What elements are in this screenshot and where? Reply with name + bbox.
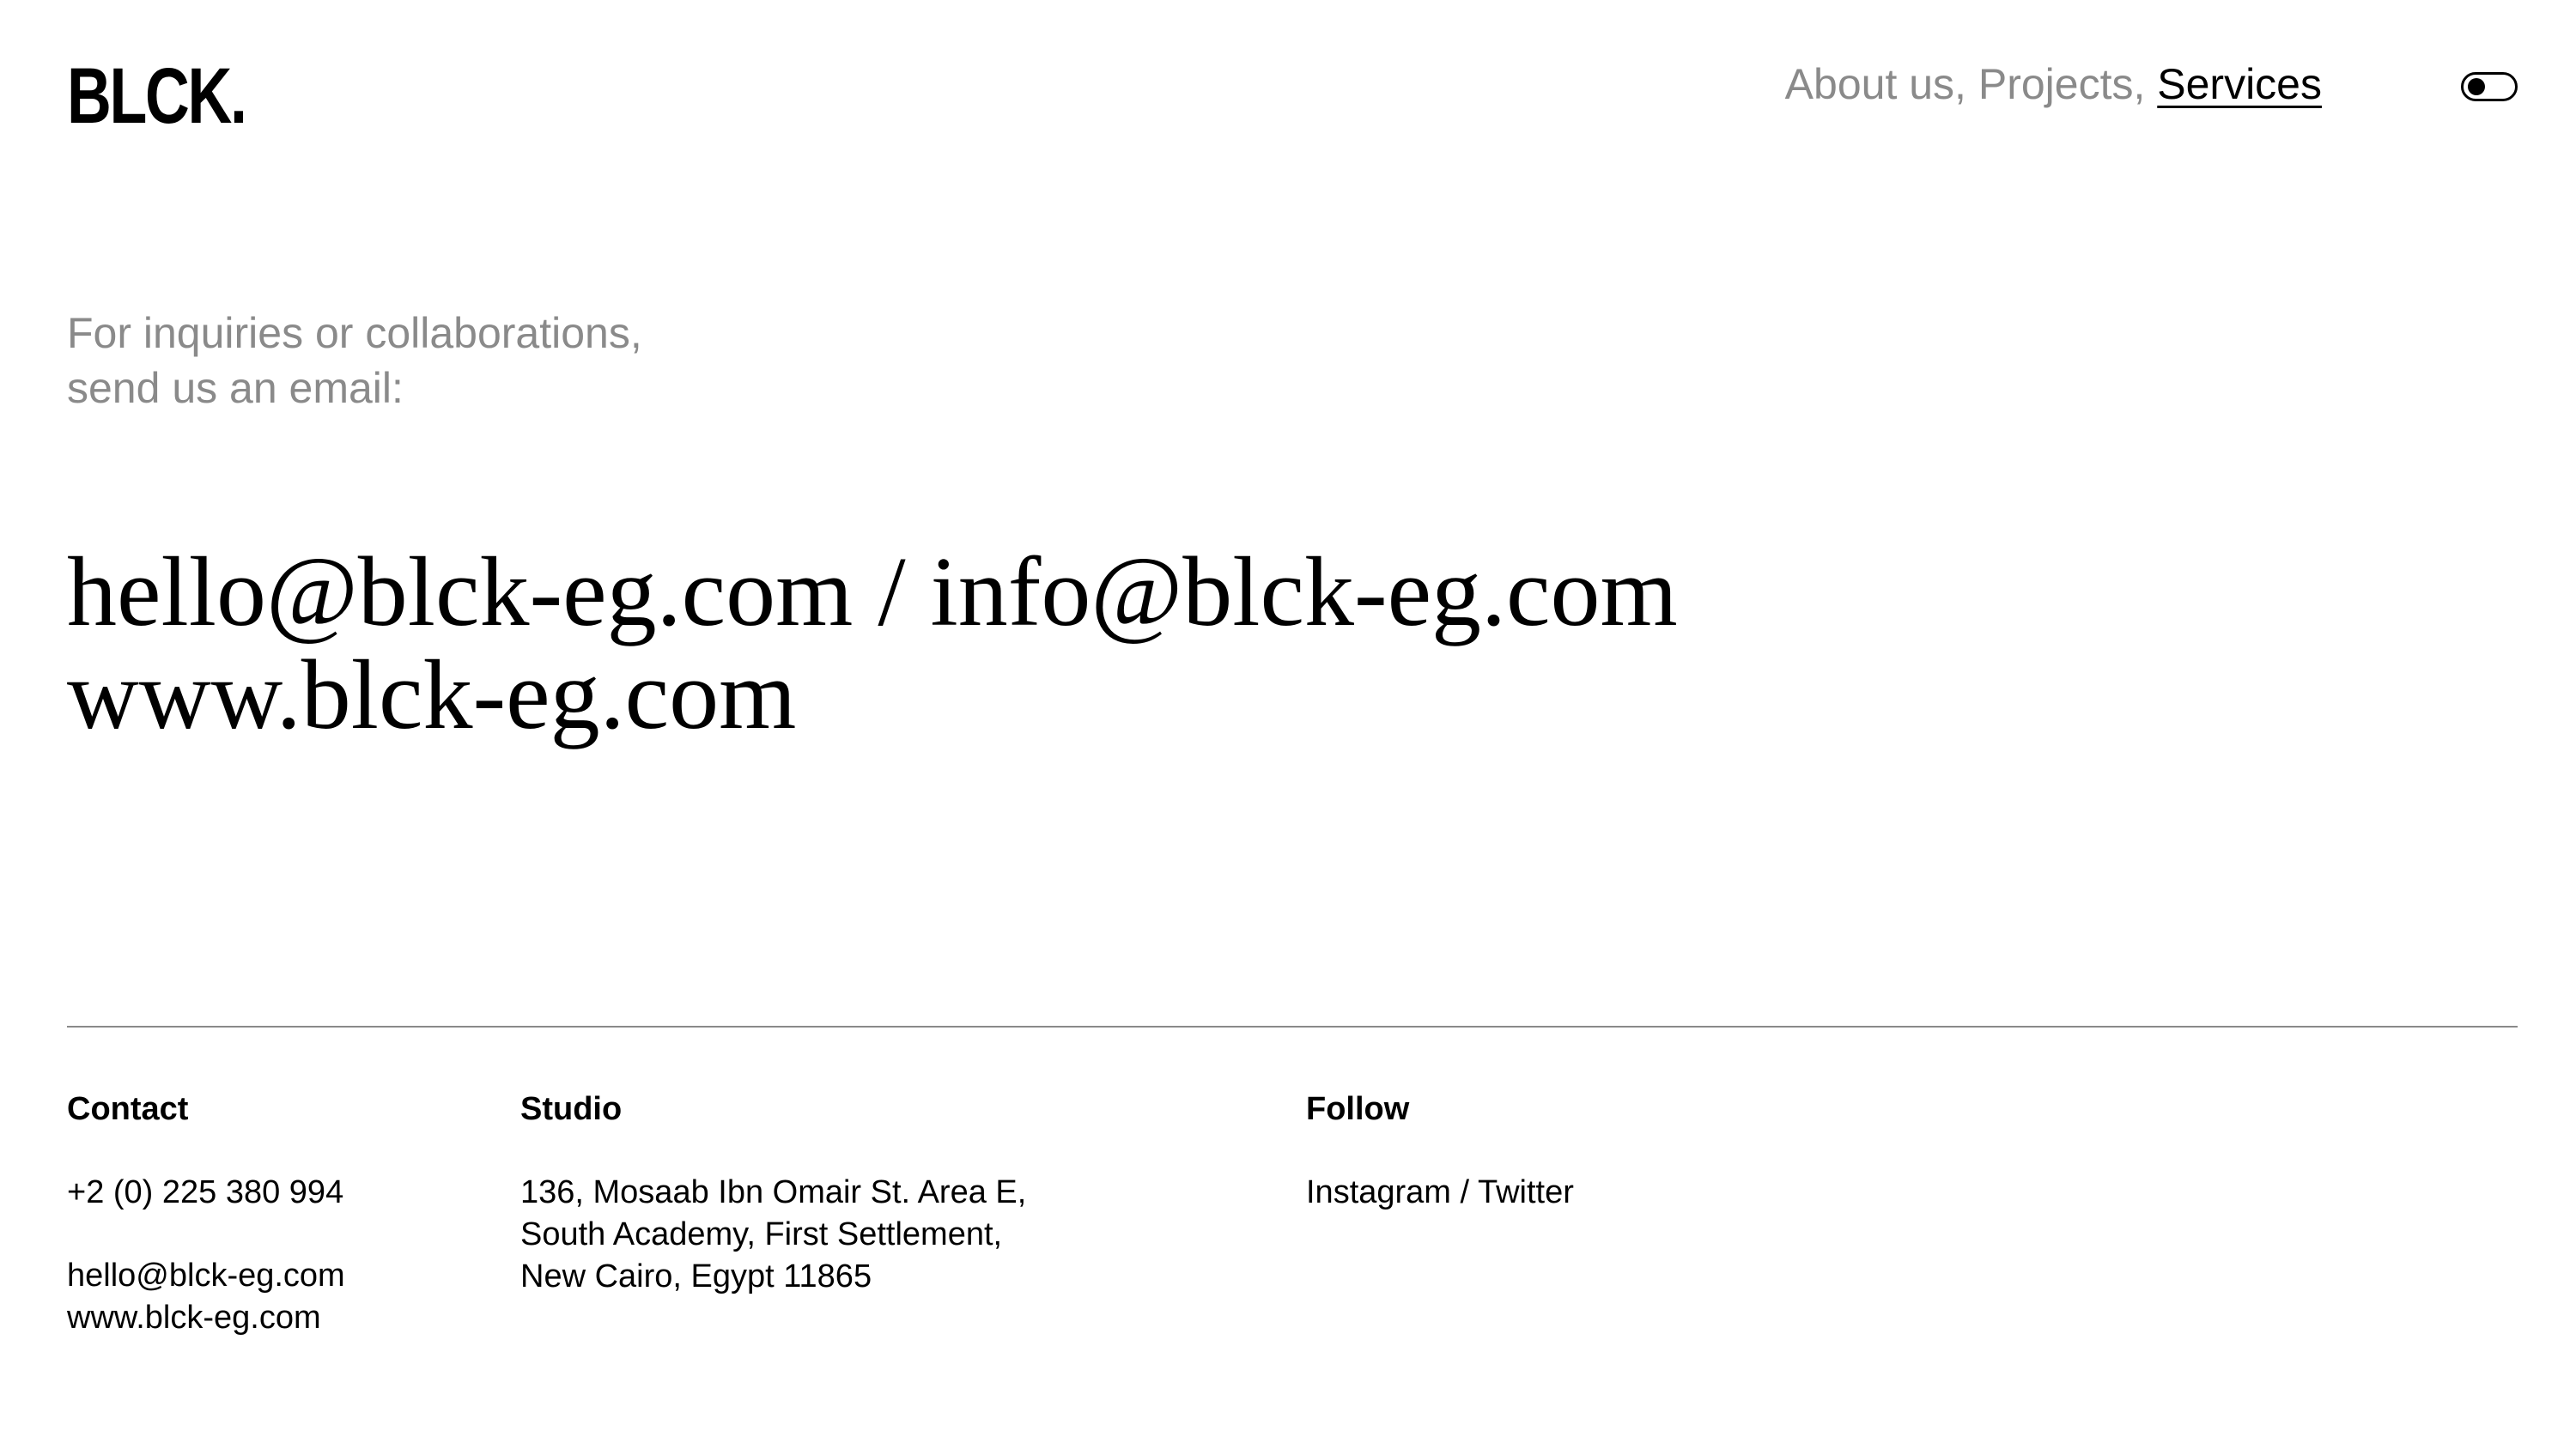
- footer-address-line-3: New Cairo, Egypt 11865: [520, 1258, 872, 1294]
- nav-link-about[interactable]: About us,: [1785, 60, 1966, 108]
- footer-address-line-1: 136, Mosaab Ibn Omair St. Area E,: [520, 1174, 1027, 1210]
- footer-address-line-2: South Academy, First Settlement,: [520, 1216, 1003, 1252]
- footer-studio-column: Studio 136, Mosaab Ibn Omair St. Area E,…: [520, 1088, 1026, 1298]
- footer-email-link[interactable]: hello@blck-eg.com: [67, 1255, 345, 1297]
- footer-contact-heading: Contact: [67, 1091, 189, 1127]
- hero-email-info-link[interactable]: info@blck-eg.com: [931, 537, 1678, 647]
- twitter-link[interactable]: Twitter: [1478, 1174, 1574, 1210]
- hero-email-separator: /: [878, 537, 906, 647]
- footer-contact-column: Contact +2 (0) 225 380 994 hello@blck-eg…: [67, 1088, 345, 1339]
- footer-social-links: Instagram / Twitter: [1306, 1172, 1574, 1214]
- social-separator: /: [1460, 1174, 1470, 1210]
- hero-emails-line: hello@blck-eg.com / info@blck-eg.com: [67, 541, 1678, 644]
- footer-phone-link[interactable]: +2 (0) 225 380 994: [67, 1172, 345, 1214]
- intro-line-1: For inquiries or collaborations,: [67, 309, 642, 357]
- footer-divider: [67, 1026, 2518, 1028]
- hero-website-link[interactable]: www.blck-eg.com: [67, 644, 1678, 747]
- main-nav: About us, Projects, Services: [1785, 57, 2322, 112]
- theme-toggle-icon[interactable]: [2461, 72, 2518, 101]
- footer-follow-column: Follow Instagram / Twitter: [1306, 1088, 1574, 1214]
- nav-link-services[interactable]: Services: [2157, 60, 2322, 108]
- footer-studio-heading: Studio: [520, 1091, 623, 1127]
- toggle-knob: [2468, 78, 2485, 95]
- nav-link-projects[interactable]: Projects,: [1978, 60, 2146, 108]
- intro-line-2: send us an email:: [67, 364, 404, 412]
- instagram-link[interactable]: Instagram: [1306, 1174, 1451, 1210]
- contact-intro: For inquiries or collaborations, send us…: [67, 306, 642, 415]
- hero-contact: hello@blck-eg.com / info@blck-eg.com www…: [67, 541, 1678, 747]
- footer-contact-spacer: [67, 1214, 345, 1255]
- footer-website-link[interactable]: www.blck-eg.com: [67, 1297, 345, 1339]
- logo[interactable]: BLCK.: [67, 57, 247, 136]
- footer-follow-heading: Follow: [1306, 1091, 1410, 1127]
- hero-email-hello-link[interactable]: hello@blck-eg.com: [67, 537, 853, 647]
